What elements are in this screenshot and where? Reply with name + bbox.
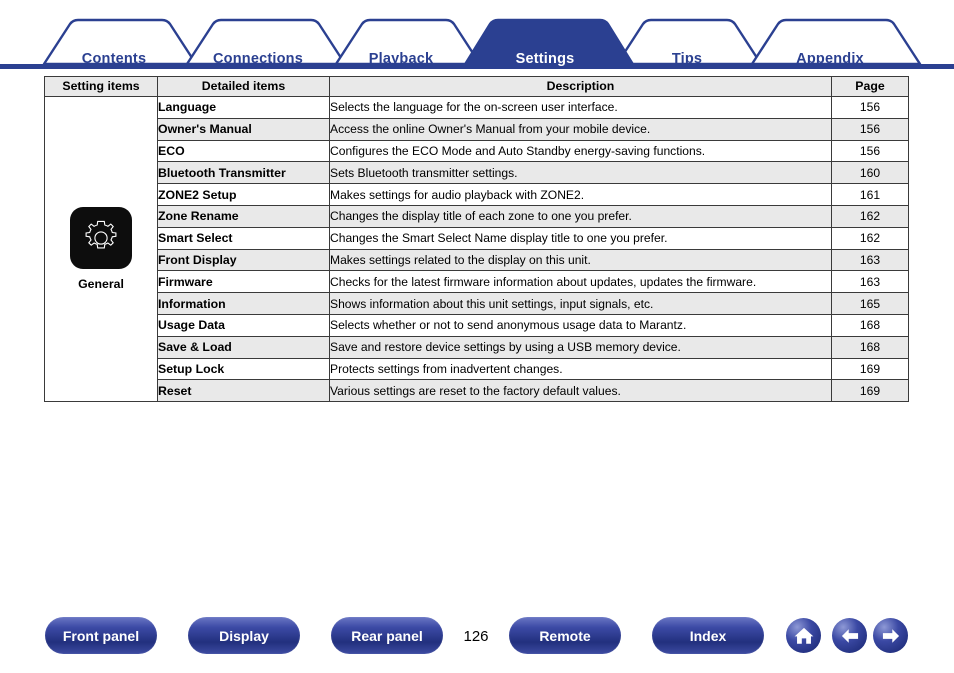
row-page-number[interactable]: 156: [831, 139, 909, 163]
row-page-number[interactable]: 162: [831, 204, 909, 228]
row-description: Access the online Owner's Manual from yo…: [329, 117, 832, 141]
table-row: Information Shows information about this…: [45, 292, 909, 315]
footer-button-front-panel[interactable]: Front panel: [45, 617, 157, 654]
table-row: Front Display Makes settings related to …: [45, 248, 909, 272]
row-page-number[interactable]: 156: [831, 117, 909, 141]
arrow-left-icon[interactable]: [832, 618, 867, 653]
row-description: Makes settings for audio playback with Z…: [329, 183, 832, 206]
row-detail-label: Language: [157, 96, 330, 119]
gear-icon: [70, 207, 132, 270]
table-row: Firmware Checks for the latest firmware …: [45, 270, 909, 294]
tab-label-playback[interactable]: Playback: [369, 51, 433, 67]
table-row: Usage Data Selects whether or not to sen…: [45, 313, 909, 337]
row-page-number[interactable]: 156: [831, 96, 909, 119]
row-description: Selects whether or not to send anonymous…: [329, 313, 832, 337]
tab-label-tips[interactable]: Tips: [672, 51, 702, 67]
table-header-row: Setting items Detailed items Description…: [44, 76, 909, 97]
row-description: Save and restore device settings by usin…: [329, 335, 832, 359]
row-page-number[interactable]: 168: [831, 313, 909, 337]
row-detail-label: Save & Load: [157, 335, 330, 359]
table-row: General Language Selects the language fo…: [44, 95, 909, 403]
footer-button-label: Display: [219, 627, 269, 644]
table-row: Save & Load Save and restore device sett…: [45, 335, 909, 359]
row-detail-label: Setup Lock: [157, 357, 330, 381]
footer-nav-bar: Front panel Display Rear panel 126 Remot…: [0, 617, 954, 657]
table-row: Smart Select Changes the Smart Select Na…: [45, 226, 909, 250]
row-description: Makes settings related to the display on…: [329, 248, 832, 272]
tab-label-contents[interactable]: Contents: [82, 51, 146, 67]
table-body: General Language Selects the language fo…: [44, 95, 909, 403]
tab-label-connections[interactable]: Connections: [213, 51, 303, 67]
table-row: Reset Various settings are reset to the …: [45, 379, 909, 403]
row-page-number[interactable]: 168: [831, 335, 909, 359]
category-label-general: General: [78, 277, 124, 292]
row-description: Selects the language for the on-screen u…: [329, 96, 832, 119]
row-detail-label: Usage Data: [157, 313, 330, 337]
table-row: Bluetooth Transmitter Sets Bluetooth tra…: [45, 161, 909, 185]
row-description: Various settings are reset to the factor…: [329, 379, 832, 403]
main-tab-bar: Contents Connections Playback Settings T…: [0, 18, 954, 70]
table-row: Owner's Manual Access the online Owner's…: [45, 117, 909, 141]
row-detail-label: Firmware: [157, 270, 330, 294]
column-header-setting-items: Setting items: [44, 76, 158, 97]
category-cell-general: General: [44, 95, 158, 403]
column-header-page: Page: [831, 76, 909, 97]
row-detail-label: Zone Rename: [157, 204, 330, 228]
column-header-detailed-items: Detailed items: [157, 76, 330, 97]
row-detail-label: Information: [157, 292, 330, 315]
row-detail-label: Bluetooth Transmitter: [157, 161, 330, 185]
arrow-right-icon[interactable]: [873, 618, 908, 653]
footer-button-index[interactable]: Index: [652, 617, 764, 654]
row-description: Configures the ECO Mode and Auto Standby…: [329, 139, 832, 163]
table-row: Zone Rename Changes the display title of…: [45, 204, 909, 228]
row-description: Shows information about this unit settin…: [329, 292, 832, 315]
tab-label-settings[interactable]: Settings: [516, 51, 575, 67]
footer-button-label: Rear panel: [351, 627, 423, 644]
settings-overview-table-wrapper: Setting items Detailed items Description…: [44, 76, 909, 403]
column-header-description: Description: [329, 76, 832, 97]
row-page-number[interactable]: 163: [831, 270, 909, 294]
row-detail-label: Owner's Manual: [157, 117, 330, 141]
table-row: ZONE2 Setup Makes settings for audio pla…: [45, 183, 909, 206]
row-page-number[interactable]: 169: [831, 379, 909, 403]
footer-button-label: Remote: [539, 627, 591, 644]
row-page-number[interactable]: 161: [831, 183, 909, 206]
row-detail-label: ZONE2 Setup: [157, 183, 330, 206]
tab-label-appendix[interactable]: Appendix: [796, 51, 864, 67]
row-description: Protects settings from inadvertent chang…: [329, 357, 832, 381]
footer-button-rear-panel[interactable]: Rear panel: [331, 617, 443, 654]
row-description: Checks for the latest firmware informati…: [329, 270, 832, 294]
row-detail-label: Smart Select: [157, 226, 330, 250]
row-page-number[interactable]: 162: [831, 226, 909, 250]
page-number: 126: [463, 628, 489, 645]
footer-button-remote[interactable]: Remote: [509, 617, 621, 654]
footer-button-label: Index: [689, 627, 727, 644]
row-page-number[interactable]: 160: [831, 161, 909, 185]
row-page-number[interactable]: 169: [831, 357, 909, 381]
row-description: Sets Bluetooth transmitter settings.: [329, 161, 832, 185]
row-page-number[interactable]: 165: [831, 292, 909, 315]
table-row: ECO Configures the ECO Mode and Auto Sta…: [45, 139, 909, 163]
table-row: Setup Lock Protects settings from inadve…: [45, 357, 909, 381]
row-description: Changes the Smart Select Name display ti…: [329, 226, 832, 250]
footer-button-display[interactable]: Display: [188, 617, 300, 654]
footer-button-label: Front panel: [62, 627, 140, 644]
home-icon[interactable]: [786, 618, 821, 653]
row-detail-label: Reset: [157, 379, 330, 403]
row-page-number[interactable]: 163: [831, 248, 909, 272]
row-description: Changes the display title of each zone t…: [329, 204, 832, 228]
row-detail-label: Front Display: [157, 248, 330, 272]
row-detail-label: ECO: [157, 139, 330, 163]
settings-overview-table: Setting items Detailed items Description…: [44, 76, 909, 403]
